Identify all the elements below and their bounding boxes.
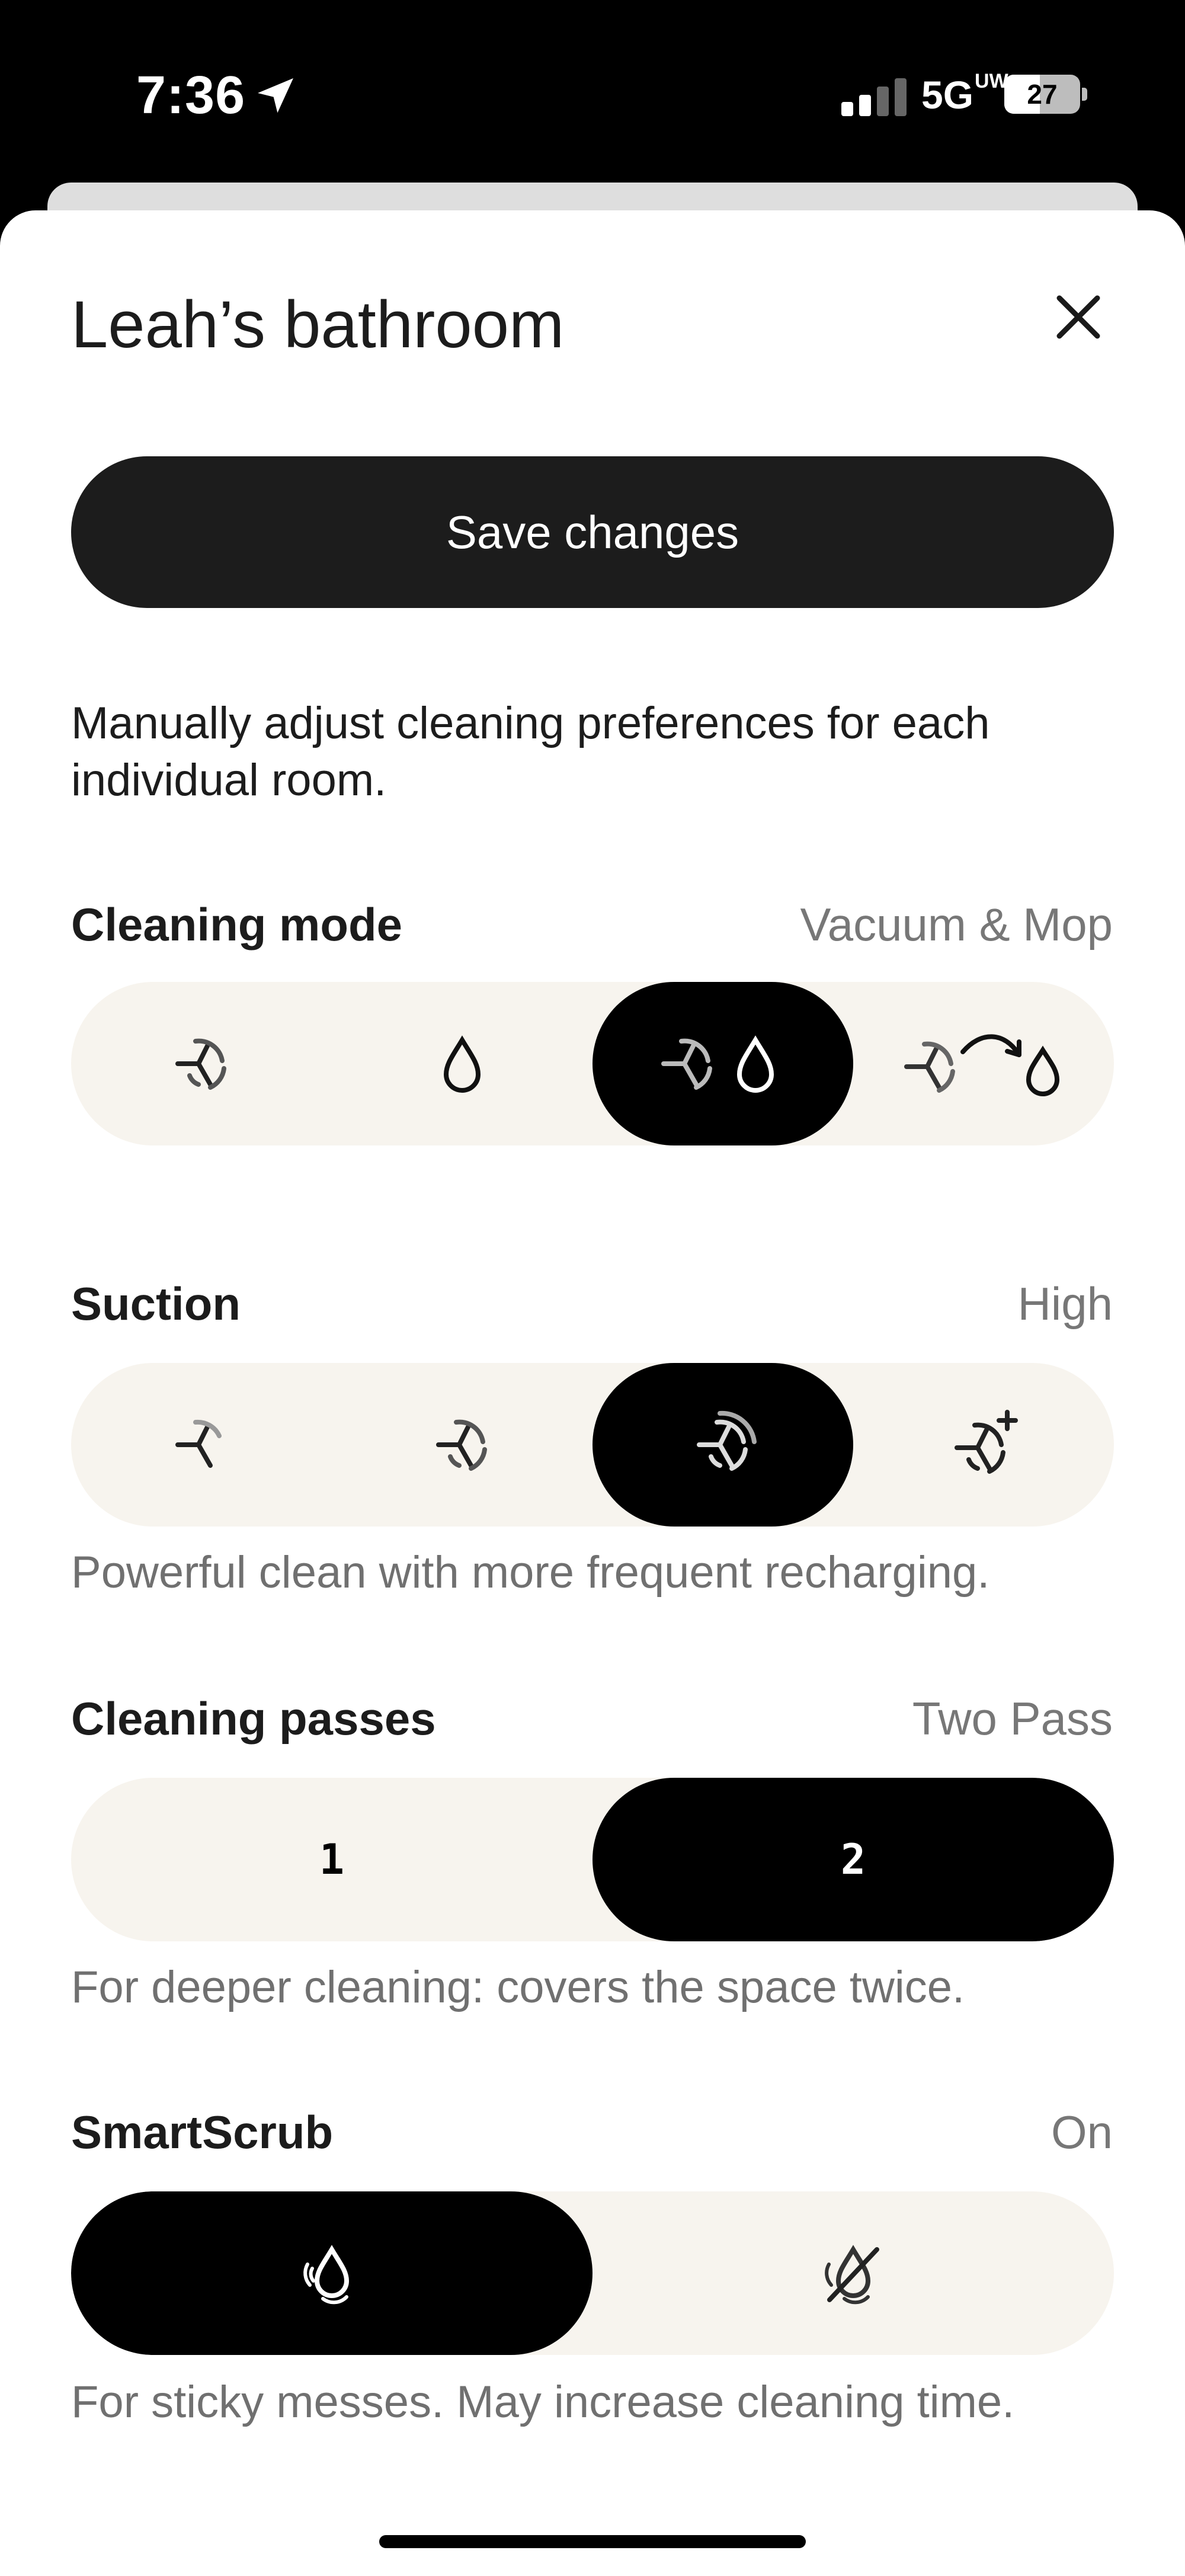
cleaning-passes-option-two[interactable]: 2 bbox=[592, 1778, 1114, 1941]
pass-count-two: 2 bbox=[840, 1835, 866, 1884]
cleaning-passes-caption: For deeper cleaning: covers the space tw… bbox=[71, 1962, 965, 2012]
suction-caption: Powerful clean with more frequent rechar… bbox=[71, 1547, 990, 1598]
cleaning-mode-label: Cleaning mode bbox=[71, 898, 403, 951]
network-label: 5G bbox=[921, 73, 974, 117]
suction-label: Suction bbox=[71, 1278, 241, 1330]
cleaning-mode-selector bbox=[71, 982, 1114, 1145]
cleaning-passes-selector: 1 2 bbox=[71, 1778, 1114, 1941]
suction-option-medium[interactable] bbox=[332, 1363, 592, 1527]
cleaning-mode-option-vacuum-and-mop[interactable] bbox=[592, 982, 853, 1145]
vacuum-then-mop-icon bbox=[904, 1034, 1060, 1096]
smartscrub-selector bbox=[71, 2191, 1114, 2355]
smartscrub-on-icon bbox=[303, 2245, 350, 2305]
mop-icon bbox=[443, 1035, 481, 1093]
suction-high-icon bbox=[697, 1410, 757, 1471]
cellular-signal-icon bbox=[841, 78, 907, 116]
suction-option-low[interactable] bbox=[71, 1363, 332, 1527]
smartscrub-off-icon bbox=[825, 2245, 879, 2305]
location-arrow-icon bbox=[258, 78, 293, 113]
cleaning-passes-value: Two Pass bbox=[912, 1692, 1113, 1745]
home-indicator[interactable] bbox=[379, 2535, 806, 2548]
suction-option-max[interactable] bbox=[853, 1363, 1114, 1527]
close-icon[interactable] bbox=[1049, 287, 1108, 347]
status-time: 7:36 bbox=[136, 66, 246, 125]
smartscrub-label: SmartScrub bbox=[71, 2106, 334, 2158]
smartscrub-value: On bbox=[1051, 2106, 1113, 2158]
pass-count-one: 1 bbox=[319, 1835, 345, 1884]
suction-value: High bbox=[1017, 1278, 1113, 1330]
vacuum-icon bbox=[175, 1038, 226, 1090]
page-title: Leah’s bathroom bbox=[71, 287, 565, 361]
room-settings-sheet: Leah’s bathroom Save changes Manually ad… bbox=[0, 210, 1185, 2576]
battery-percent: 27 bbox=[1027, 79, 1058, 110]
sheet-description: Manually adjust cleaning preferences for… bbox=[71, 698, 990, 805]
suction-medium-icon bbox=[436, 1419, 487, 1471]
smartscrub-option-off[interactable] bbox=[592, 2191, 1114, 2355]
status-bar: 7:36 5GUW 27 bbox=[0, 0, 1185, 178]
cleaning-passes-label: Cleaning passes bbox=[71, 1692, 436, 1745]
battery-icon: 27 bbox=[1004, 75, 1087, 114]
save-changes-button[interactable]: Save changes bbox=[71, 456, 1114, 608]
network-badge: UW bbox=[975, 70, 1008, 92]
smartscrub-option-on[interactable] bbox=[71, 2191, 592, 2355]
suction-max-icon bbox=[955, 1410, 1018, 1474]
suction-low-icon bbox=[175, 1419, 222, 1468]
cleaning-mode-option-vacuum-then-mop[interactable] bbox=[853, 982, 1114, 1145]
suction-selector bbox=[71, 1363, 1114, 1527]
network-type: 5GUW bbox=[921, 70, 1008, 117]
cleaning-mode-value: Vacuum & Mop bbox=[800, 898, 1113, 951]
suction-option-high[interactable] bbox=[592, 1363, 853, 1527]
cleaning-mode-option-mop[interactable] bbox=[332, 982, 592, 1145]
cleaning-mode-option-vacuum[interactable] bbox=[71, 982, 332, 1145]
vacuum-and-mop-icon bbox=[661, 1035, 774, 1093]
smartscrub-caption: For sticky messes. May increase cleaning… bbox=[71, 2377, 1015, 2427]
cleaning-passes-option-one[interactable]: 1 bbox=[71, 1778, 592, 1941]
